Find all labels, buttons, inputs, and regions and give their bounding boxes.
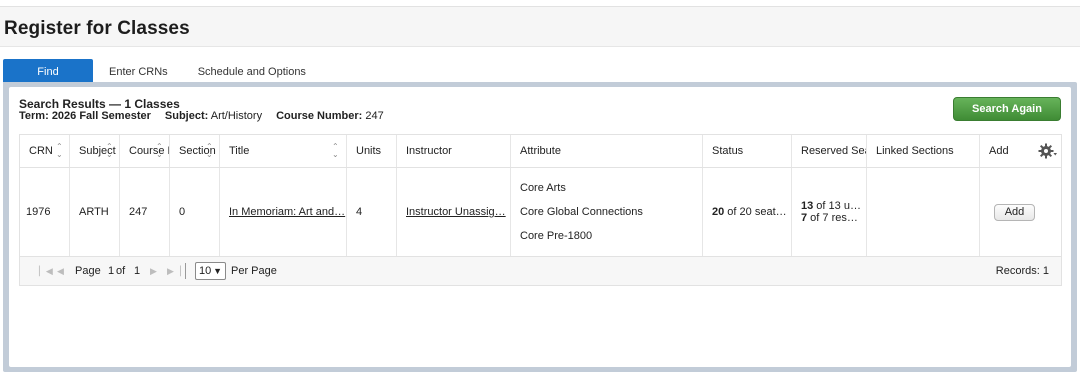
col-header-status[interactable]: Status	[703, 135, 792, 167]
units-cell: 4	[347, 168, 397, 256]
status-seats-available: 20	[712, 206, 725, 218]
attribute-item: Core Pre-1800	[520, 230, 593, 242]
sort-arrows-icon: ⌃ ⌄	[332, 142, 339, 159]
col-header-section[interactable]: Section ⌃ ⌄	[170, 135, 220, 167]
sort-arrows-icon: ⌃ ⌄	[206, 142, 213, 159]
col-header-instructor[interactable]: Instructor	[397, 135, 511, 167]
tab-enter-crns[interactable]: Enter CRNs	[93, 59, 183, 83]
tab-content-frame: Search Results — 1 Classes Term: 2026 Fa…	[3, 82, 1077, 372]
first-page-icon[interactable]: ▏◀	[39, 266, 53, 277]
course-number-cell: 247	[120, 168, 170, 256]
prev-page-icon[interactable]: ◀	[57, 266, 64, 277]
pagination-bar: ▏◀ ◀ Page 1 of 1 ▶ ▶▕ 10 ▼ Per Page Recor…	[20, 257, 1061, 285]
tab-find-classes[interactable]: Find Classes	[3, 59, 93, 104]
tab-bar: Find Classes Enter CRNs Schedule and Opt…	[3, 59, 321, 104]
top-strip	[0, 0, 1080, 7]
per-page-label: Per Page	[231, 265, 277, 277]
col-header-crn[interactable]: CRN ⌃ ⌄	[20, 135, 70, 167]
page-label: Page	[75, 265, 101, 277]
col-header-title[interactable]: Title ⌃ ⌄	[220, 135, 347, 167]
status-seats-text: of 20 seat…	[724, 206, 787, 218]
add-button[interactable]: Add	[994, 203, 1035, 221]
search-results-title: Search Results — 1 Classes	[19, 97, 180, 111]
table-row: 1976 ARTH 247 0 In Memoriam: Art and… 4 …	[20, 168, 1061, 257]
last-page-icon[interactable]: ▶▕	[167, 266, 181, 277]
course-number-value: 247	[365, 110, 384, 122]
gear-icon[interactable]	[1038, 142, 1058, 160]
per-page-select[interactable]: 10 ▼	[195, 262, 226, 280]
results-table: CRN⌃⌄ Subject⌃⌄ Course N⌃⌄ Section⌃⌄ Tit…	[19, 134, 1062, 286]
subject-value: Art/History	[210, 110, 263, 122]
reserved-text-2: of 7 res…	[807, 212, 858, 224]
sort-arrows-icon: ⌃ ⌄	[56, 142, 63, 159]
linked-sections-cell	[867, 168, 980, 256]
reserved-count-1: 13	[801, 200, 814, 212]
section-cell: 0	[170, 168, 220, 256]
term-label: Term:	[19, 110, 49, 122]
records-count: Records: 1	[995, 265, 1049, 277]
attribute-item: Core Arts	[520, 182, 566, 194]
col-header-linked-sections[interactable]: Linked Sections	[867, 135, 980, 167]
subject-cell: ARTH	[70, 168, 120, 256]
reserved-seats-cell: 13 of 13 u… 7 of 7 res…	[792, 168, 867, 256]
add-cell: Add	[980, 168, 1061, 256]
sort-arrows-icon: ⌃ ⌄	[156, 142, 163, 159]
crn-cell: 1976	[20, 168, 70, 256]
reserved-text-1: of 13 u…	[813, 200, 861, 212]
of-label: of	[116, 265, 126, 277]
pager-divider	[185, 263, 186, 279]
total-pages: 1	[134, 265, 141, 277]
attribute-cell: Core Arts Core Global Connections Core P…	[511, 168, 703, 256]
chevron-down-icon: ▼	[213, 266, 222, 276]
col-header-course-number[interactable]: Course N⌃⌄	[120, 135, 170, 167]
col-header-attribute[interactable]: Attribute	[511, 135, 703, 167]
status-cell: 20 of 20 seat…	[703, 168, 792, 256]
current-page[interactable]: 1	[108, 265, 114, 277]
tab-schedule-and-options[interactable]: Schedule and Options	[183, 59, 321, 83]
search-criteria: Term: 2026 Fall Semester Subject: Art/His…	[19, 110, 384, 122]
col-header-units[interactable]: Units	[347, 135, 397, 167]
instructor-link[interactable]: Instructor Unassig…	[406, 206, 506, 218]
col-header-subject[interactable]: Subject ⌃ ⌄	[70, 135, 120, 167]
col-header-reserved-seats[interactable]: Reserved Sea	[792, 135, 867, 167]
sort-arrows-icon: ⌃ ⌄	[106, 142, 113, 159]
search-results-panel: Search Results — 1 Classes Term: 2026 Fa…	[9, 87, 1071, 367]
title-cell: In Memoriam: Art and…	[220, 168, 347, 256]
next-page-icon[interactable]: ▶	[150, 266, 157, 277]
search-again-button[interactable]: Search Again	[953, 97, 1061, 121]
page-title: Register for Classes	[4, 18, 190, 39]
table-header-row: CRN⌃⌄ Subject⌃⌄ Course N⌃⌄ Section⌃⌄ Tit…	[20, 135, 1061, 168]
subject-label: Subject:	[164, 110, 209, 122]
instructor-cell: Instructor Unassig…	[397, 168, 511, 256]
term-value: 2026 Fall Semester	[51, 110, 151, 122]
course-number-label: Course Number:	[276, 110, 363, 122]
course-title-link[interactable]: In Memoriam: Art and…	[229, 206, 345, 218]
attribute-item: Core Global Connections	[520, 206, 643, 218]
